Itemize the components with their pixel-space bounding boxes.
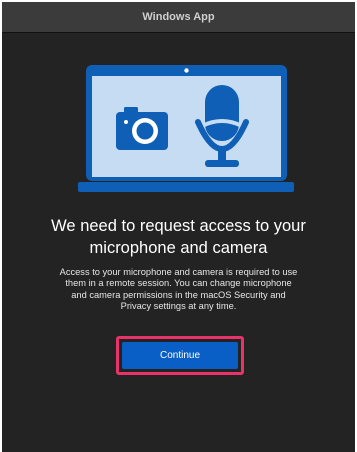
window-title: Windows App: [142, 11, 215, 23]
laptop-illustration: [78, 65, 294, 192]
continue-button[interactable]: Continue: [122, 342, 238, 369]
description-line: Privacy settings at any time.: [120, 300, 237, 311]
dialog-description: Access to your microphone and camera is …: [26, 267, 331, 312]
title-bar: Windows App: [2, 2, 355, 33]
description-line: Access to your microphone and camera is …: [59, 267, 298, 277]
heading-line: We need to request access to your: [51, 217, 306, 235]
dialog-heading: We need to request access to your microp…: [12, 215, 345, 259]
camera-icon: [116, 107, 168, 150]
laptop-icon: [78, 65, 294, 192]
app-window: Windows App We need to request access to…: [2, 2, 355, 452]
heading-line: microphone and camera: [89, 239, 268, 257]
description-line: them in a remote session. You can change…: [65, 278, 292, 289]
description-line: and camera permissions in the macOS Secu…: [71, 289, 286, 300]
